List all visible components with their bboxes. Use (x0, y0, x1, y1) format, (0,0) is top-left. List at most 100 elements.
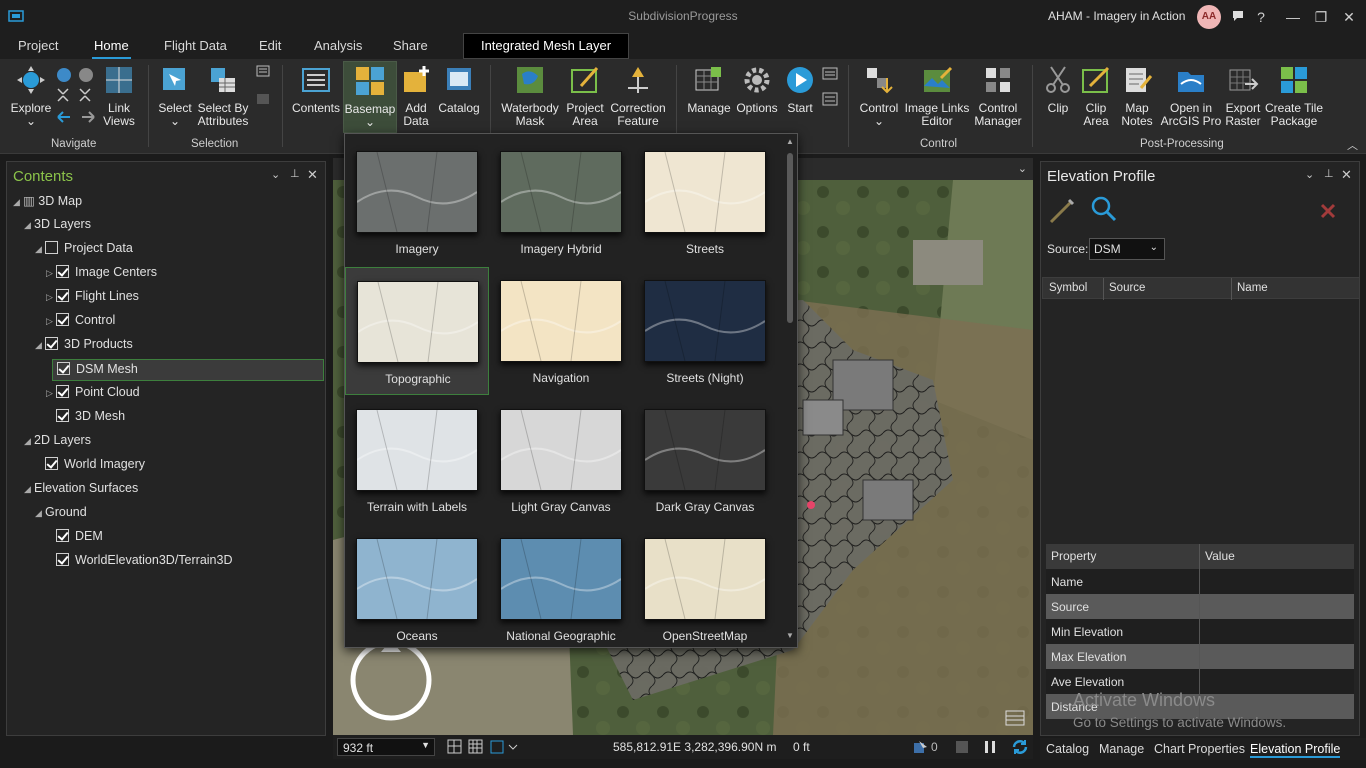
contents-button[interactable]: Contents (290, 64, 342, 115)
property-row[interactable]: Max Elevation (1046, 644, 1354, 669)
clear-selection-icon[interactable] (256, 65, 270, 105)
gallery-scrollbar[interactable]: ▲ ▼ (785, 137, 795, 642)
tree-item[interactable]: ▷ Image Centers (7, 263, 157, 285)
tree-item[interactable]: DEM (7, 527, 103, 549)
draw-profile-icon[interactable] (1047, 196, 1077, 226)
tree-item[interactable]: ◢ 3D Layers (7, 215, 91, 237)
tab-analysis[interactable]: Analysis (314, 38, 362, 53)
close-icon[interactable]: ✕ (307, 167, 318, 183)
export-raster-button[interactable]: Export Raster (1222, 64, 1264, 128)
collapse-ribbon-icon[interactable]: ︿ (1347, 137, 1358, 153)
layer-visibility-checkbox[interactable] (45, 337, 58, 350)
select-by-attributes-button[interactable]: Select By Attributes (196, 64, 250, 128)
tab-share[interactable]: Share (393, 38, 428, 53)
avatar[interactable]: AA (1197, 5, 1221, 29)
collapse-icon[interactable]: ◢ (24, 220, 34, 231)
clip-area-button[interactable]: Clip Area (1076, 64, 1116, 128)
column-name[interactable]: Name (1237, 282, 1268, 294)
chevron-down-icon[interactable]: ⌄ (1018, 162, 1027, 175)
control-button[interactable]: Control ⌄ (856, 64, 902, 128)
layer-visibility-checkbox[interactable] (57, 362, 70, 375)
collapse-icon[interactable]: ◢ (35, 340, 45, 351)
pin-icon[interactable]: ⊥ (1324, 167, 1334, 180)
options-button[interactable]: Options (734, 64, 780, 115)
search-icon[interactable] (1089, 194, 1119, 224)
help-button[interactable]: ? (1250, 6, 1272, 28)
tree-item[interactable]: ▷ Flight Lines (7, 287, 139, 309)
tab-catalog[interactable]: Catalog (1046, 742, 1089, 756)
basemap-option[interactable]: Light Gray Canvas (489, 396, 633, 524)
layer-visibility-checkbox[interactable] (56, 265, 69, 278)
image-links-editor-button[interactable]: Image Links Editor (903, 64, 971, 128)
clear-icon[interactable] (955, 740, 969, 754)
layer-visibility-checkbox[interactable] (56, 409, 69, 422)
property-row[interactable]: Source (1046, 594, 1354, 619)
basemap-button[interactable]: Basemap ⌄ (343, 61, 397, 133)
grid-tools-icon[interactable] (447, 739, 519, 755)
scale-dropdown[interactable]: 932 ft ▼ (337, 738, 435, 756)
layer-visibility-checkbox[interactable] (45, 241, 58, 254)
basemap-option[interactable]: Streets (Night) (633, 267, 777, 395)
tree-item[interactable]: World Imagery (7, 455, 145, 477)
correction-feature-button[interactable]: Correction Feature (608, 64, 668, 128)
basemap-option[interactable]: Streets (633, 138, 777, 266)
refresh-icon[interactable] (1011, 738, 1029, 756)
project-area-button[interactable]: Project Area (562, 64, 608, 128)
select-button[interactable]: Select ⌄ (157, 64, 193, 128)
tree-item[interactable]: ◢ 3D Products (7, 335, 133, 357)
layer-visibility-checkbox[interactable] (56, 553, 69, 566)
tree-item[interactable]: ◢ Elevation Surfaces (7, 479, 138, 501)
selected-features-icon[interactable] (913, 740, 929, 754)
collapse-icon[interactable]: ◢ (13, 197, 23, 208)
property-row[interactable]: Min Elevation (1046, 619, 1354, 644)
manage-button[interactable]: Manage (684, 64, 734, 115)
tree-item[interactable]: ◢ ▥ 3D Map (7, 191, 82, 213)
minimize-button[interactable]: — (1282, 6, 1304, 28)
expand-icon[interactable]: ▷ (46, 292, 56, 303)
chevron-down-icon[interactable]: ⌄ (1305, 168, 1314, 181)
report-icon[interactable] (822, 67, 838, 107)
collapse-icon[interactable]: ◢ (24, 484, 34, 495)
basemap-option[interactable]: OpenStreetMap (633, 525, 777, 653)
scrollbar-thumb[interactable] (787, 153, 793, 323)
tree-item[interactable]: ▷ Point Cloud (7, 383, 140, 405)
tree-item[interactable]: ◢ 2D Layers (7, 431, 91, 453)
waterbody-mask-button[interactable]: Waterbody Mask (498, 64, 562, 128)
tree-item[interactable]: DSM Mesh (52, 359, 324, 381)
tree-item[interactable]: 3D Mesh (7, 407, 125, 429)
tab-edit[interactable]: Edit (259, 38, 281, 53)
collapse-icon[interactable]: ◢ (35, 508, 45, 519)
tab-project[interactable]: Project (18, 38, 58, 53)
source-dropdown[interactable]: DSM ⌄ (1089, 238, 1165, 260)
layer-visibility-checkbox[interactable] (56, 529, 69, 542)
back-forward-icon[interactable] (56, 109, 96, 125)
pin-icon[interactable]: ⊥ (290, 167, 300, 180)
basemap-option[interactable]: Imagery (345, 138, 489, 266)
catalog-button[interactable]: Catalog (436, 64, 482, 115)
tree-item[interactable]: WorldElevation3D/Terrain3D (7, 551, 232, 573)
expand-icon[interactable]: ▷ (46, 268, 56, 279)
tree-item[interactable]: ◢ Ground (7, 503, 87, 525)
tab-chart-properties[interactable]: Chart Properties (1154, 742, 1245, 756)
collapse-icon[interactable]: ◢ (35, 244, 45, 255)
start-button[interactable]: Start (782, 64, 818, 115)
tab-manage[interactable]: Manage (1099, 742, 1144, 756)
basemap-option[interactable]: Terrain with Labels (345, 396, 489, 524)
full-extent-icon[interactable] (56, 65, 96, 85)
delete-icon[interactable] (1319, 202, 1337, 220)
tab-integrated-mesh-layer[interactable]: Integrated Mesh Layer (463, 33, 629, 59)
basemap-option[interactable]: Imagery Hybrid (489, 138, 633, 266)
zoom-arrows-icon[interactable] (56, 87, 96, 103)
basemap-option[interactable]: Dark Gray Canvas (633, 396, 777, 524)
open-in-arcgis-pro-button[interactable]: Open in ArcGIS Pro (1160, 64, 1222, 128)
tab-elevation-profile[interactable]: Elevation Profile (1250, 742, 1341, 758)
table-icon[interactable] (1005, 710, 1025, 726)
add-data-button[interactable]: Add Data (398, 64, 434, 128)
link-views-button[interactable]: Link Views (100, 64, 138, 128)
column-source[interactable]: Source (1109, 282, 1145, 294)
expand-icon[interactable]: ▷ (46, 316, 56, 327)
tree-item[interactable]: ◢ Project Data (7, 239, 133, 261)
create-tile-package-button[interactable]: Create Tile Package (1264, 64, 1324, 128)
close-icon[interactable]: ✕ (1341, 167, 1352, 183)
column-symbol[interactable]: Symbol (1049, 282, 1087, 294)
